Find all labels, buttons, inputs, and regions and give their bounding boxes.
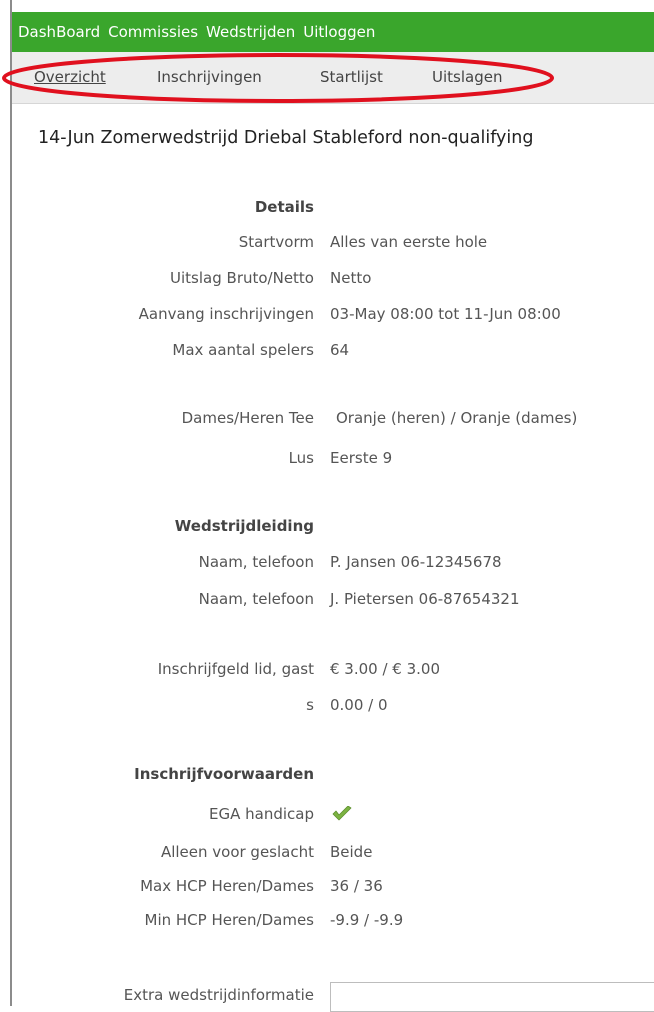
- min-hcp-label: Min HCP Heren/Dames: [144, 911, 314, 929]
- max-spelers-value: 64: [330, 341, 350, 359]
- leiding-1-value: P. Jansen 06-12345678: [330, 553, 502, 571]
- leiding-2-label: Naam, telefoon: [198, 590, 314, 608]
- checkmark-icon: [332, 806, 352, 821]
- tab-startlijst[interactable]: Startlijst: [320, 68, 383, 86]
- startvorm-label: Startvorm: [238, 233, 314, 251]
- lus-label: Lus: [288, 449, 314, 467]
- startvorm-value: Alles van eerste hole: [330, 233, 488, 251]
- s-label: s: [306, 696, 314, 714]
- tee-value: Oranje (heren) / Oranje (dames): [336, 409, 578, 427]
- aanvang-label: Aanvang inschrijvingen: [138, 305, 314, 323]
- top-navigation: DashBoard Commissies Wedstrijden Uitlogg…: [12, 12, 654, 52]
- geslacht-label: Alleen voor geslacht: [160, 843, 314, 861]
- lus-value: Eerste 9: [330, 449, 393, 467]
- uitslag-value: Netto: [330, 269, 372, 287]
- tee-label: Dames/Heren Tee: [181, 409, 314, 427]
- leiding-2-value: J. Pietersen 06-87654321: [330, 590, 520, 608]
- inschrijfgeld-value: € 3.00 / € 3.00: [330, 660, 441, 678]
- leiding-1-label: Naam, telefoon: [198, 553, 314, 571]
- sub-navigation: Overzicht Inschrijvingen Startlijst Uits…: [12, 52, 654, 104]
- tab-inschrijvingen[interactable]: Inschrijvingen: [157, 68, 262, 86]
- nav-wedstrijden[interactable]: Wedstrijden: [206, 23, 295, 41]
- geslacht-value: Beide: [330, 843, 373, 861]
- extra-info-label: Extra wedstrijdinformatie: [123, 986, 314, 1004]
- wedstrijdleiding-heading: Wedstrijdleiding: [174, 517, 314, 535]
- extra-info-field[interactable]: [330, 982, 654, 1012]
- nav-commissies[interactable]: Commissies: [108, 23, 198, 41]
- uitslag-label: Uitslag Bruto/Netto: [170, 269, 314, 287]
- aanvang-value: 03-May 08:00 tot 11-Jun 08:00: [330, 305, 561, 323]
- max-hcp-value: 36 / 36: [330, 877, 383, 895]
- inschrijfgeld-label: Inschrijfgeld lid, gast: [157, 660, 314, 678]
- nav-dashboard[interactable]: DashBoard: [18, 23, 100, 41]
- nav-uitloggen[interactable]: Uitloggen: [303, 23, 375, 41]
- max-spelers-label: Max aantal spelers: [172, 341, 314, 359]
- details-heading: Details: [254, 198, 314, 216]
- max-hcp-label: Max HCP Heren/Dames: [140, 877, 314, 895]
- min-hcp-value: -9.9 / -9.9: [330, 911, 404, 929]
- voorwaarden-heading: Inschrijfvoorwaarden: [134, 765, 314, 783]
- page-title: 14-Jun Zomerwedstrijd Driebal Stableford…: [38, 128, 534, 148]
- s-value: 0.00 / 0: [330, 696, 388, 714]
- tab-overzicht[interactable]: Overzicht: [34, 68, 106, 86]
- ega-handicap-label: EGA handicap: [209, 805, 314, 823]
- tab-uitslagen[interactable]: Uitslagen: [432, 68, 502, 86]
